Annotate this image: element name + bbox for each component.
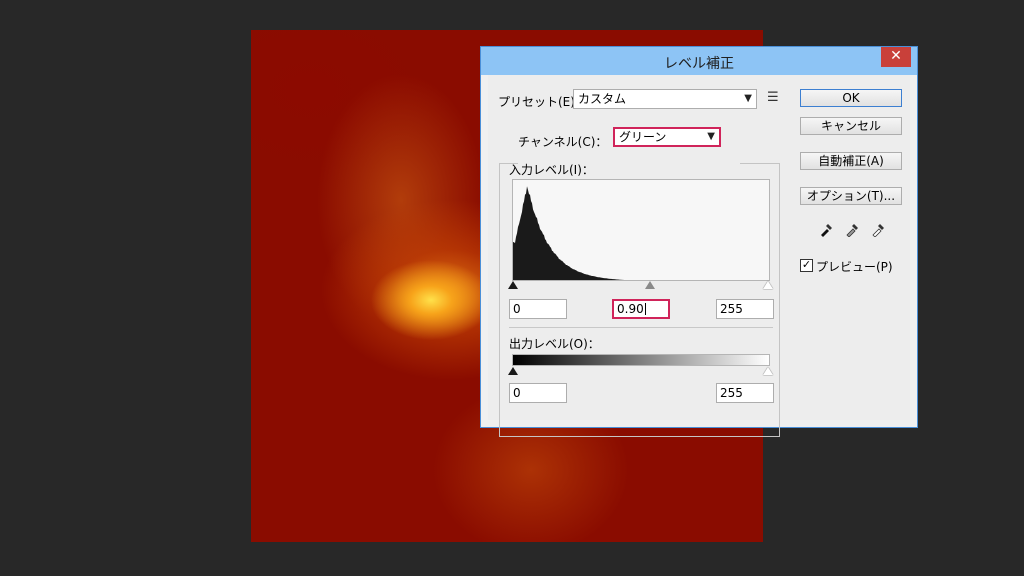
input-black-field[interactable]: 0: [509, 299, 567, 319]
list-options-icon[interactable]: ☰: [767, 90, 779, 105]
black-eyedropper-icon[interactable]: [819, 223, 833, 237]
auto-button[interactable]: 自動補正(A): [800, 152, 902, 170]
channel-select[interactable]: グリーン ▼: [613, 127, 721, 147]
input-levels-label: 入力レベル(I)：: [509, 163, 594, 177]
text-caret: [644, 303, 646, 315]
output-white-field[interactable]: 255: [716, 383, 774, 403]
output-white-slider[interactable]: [763, 367, 773, 375]
levels-separator: [509, 327, 773, 328]
output-black-field[interactable]: 0: [509, 383, 567, 403]
channel-label: チャンネル(C)：: [518, 135, 608, 149]
cancel-button[interactable]: キャンセル: [800, 117, 902, 135]
preview-label: プレビュー(P): [816, 260, 893, 274]
close-icon: ✕: [890, 48, 902, 64]
chevron-down-icon: ▼: [707, 131, 715, 142]
dialog-title: レベル補正: [664, 56, 734, 72]
close-button[interactable]: ✕: [881, 47, 911, 67]
histogram: [512, 179, 770, 281]
input-gamma-field[interactable]: 0.90: [612, 299, 670, 319]
channel-select-value: グリーン: [619, 130, 667, 144]
check-icon: ✓: [801, 258, 812, 271]
preset-select-value: カスタム: [578, 92, 627, 106]
white-eyedropper-icon[interactable]: [871, 223, 885, 237]
input-black-slider[interactable]: [508, 281, 518, 289]
input-white-slider[interactable]: [763, 281, 773, 289]
ok-button[interactable]: OK: [800, 89, 902, 107]
gray-eyedropper-icon[interactable]: [845, 223, 859, 237]
dialog-body: プリセット(E)： カスタム ▼ ☰ OK キャンセル 自動補正(A) オプショ…: [488, 75, 910, 437]
levels-dialog: レベル補正 ✕ プリセット(E)： カスタム ▼ ☰ OK キャンセル 自動補正…: [480, 46, 918, 437]
output-black-slider[interactable]: [508, 367, 518, 375]
input-gamma-slider[interactable]: [645, 281, 655, 289]
options-button[interactable]: オプション(T)...: [800, 187, 902, 205]
output-gradient-bar: [512, 354, 770, 366]
input-white-field[interactable]: 255: [716, 299, 774, 319]
chevron-down-icon: ▼: [744, 93, 752, 104]
preview-checkbox[interactable]: ✓: [800, 259, 813, 272]
dialog-titlebar[interactable]: レベル補正 ✕: [481, 47, 917, 75]
histogram-graph: [513, 186, 625, 280]
preset-select[interactable]: カスタム ▼: [573, 89, 757, 109]
output-levels-label: 出力レベル(O)：: [509, 337, 600, 351]
